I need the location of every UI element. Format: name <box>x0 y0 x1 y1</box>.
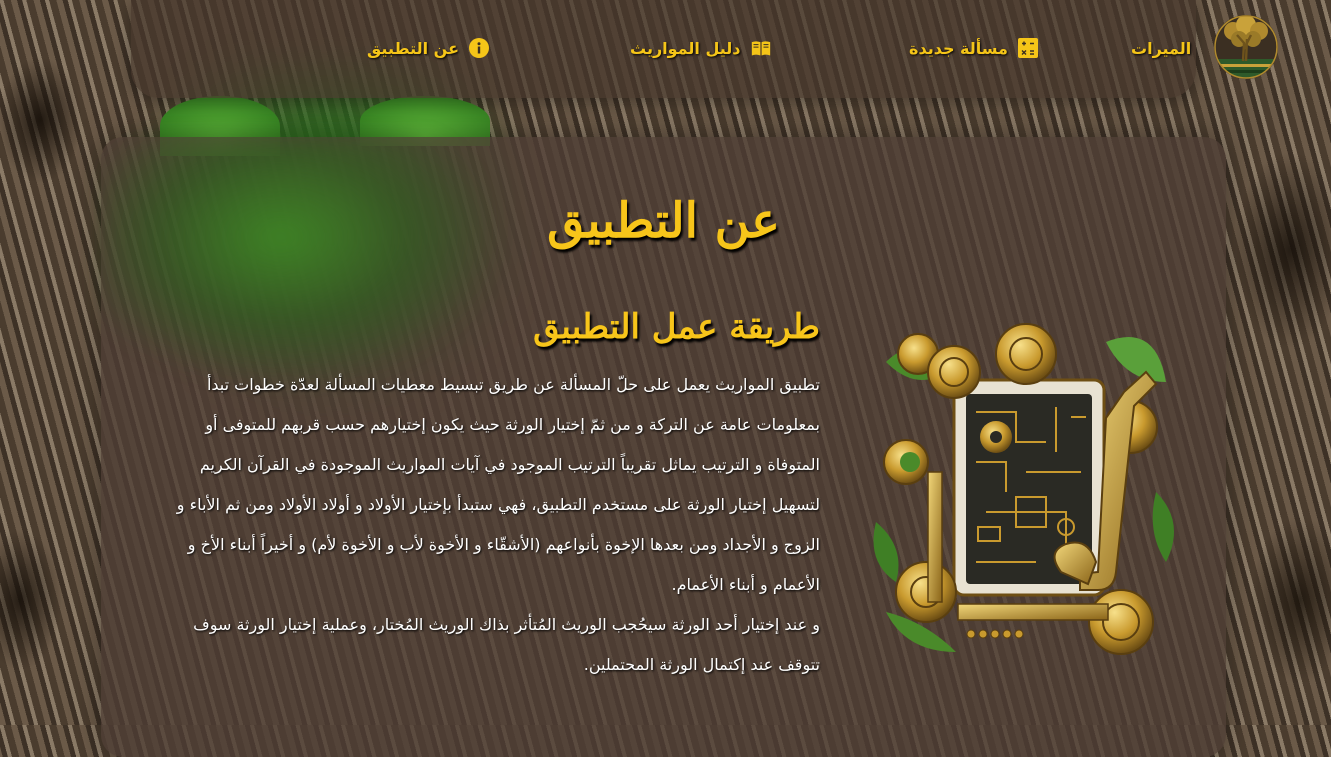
nav-inheritance-label: الميرات <box>1131 38 1192 58</box>
nav-inheritance-guide-label: دليل المواريث <box>630 38 741 58</box>
nav-inheritance[interactable]: الميرات <box>1131 36 1191 60</box>
tree-of-life-logo-icon[interactable] <box>1213 9 1279 87</box>
info-circle-icon <box>469 38 489 58</box>
page-title: عن التطبيق <box>547 193 780 249</box>
open-book-icon <box>751 38 771 58</box>
nav-new-problem-label: مسألة جديدة <box>909 38 1008 58</box>
card-leaf-decoration <box>101 137 501 387</box>
nav-about[interactable]: عن التطبيق <box>367 36 489 60</box>
calculator-icon <box>1017 38 1038 58</box>
description-text: تطبيق المواريث يعمل على حلّ المسألة عن ط… <box>160 365 820 685</box>
nav-about-label: عن التطبيق <box>367 38 459 58</box>
description-paragraph-1: تطبيق المواريث يعمل على حلّ المسألة عن ط… <box>176 375 820 594</box>
nav-inheritance-guide[interactable]: دليل المواريث <box>630 36 771 60</box>
nav-new-problem[interactable]: مسألة جديدة <box>909 36 1038 60</box>
top-navbar: عن التطبيق دليل المواريث مسألة جديدة الم… <box>131 0 1278 98</box>
gears-tablet-illustration <box>866 322 1186 662</box>
description-paragraph-2: و عند إختيار أحد الورثة سيحُجب الوريث ال… <box>193 615 820 674</box>
section-title: طريقة عمل التطبيق <box>533 307 820 347</box>
